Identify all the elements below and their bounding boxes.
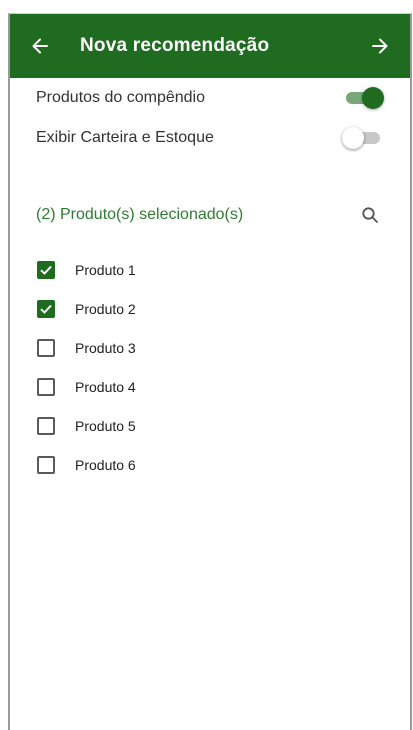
search-icon <box>362 207 378 223</box>
product-label: Produto 4 <box>75 378 136 395</box>
check-icon <box>40 265 52 275</box>
product-checkbox[interactable] <box>37 299 55 318</box>
list-item[interactable]: Produto 2 <box>37 289 410 328</box>
selection-summary: (2) Produto(s) selecionado(s) <box>36 206 244 223</box>
list-item[interactable]: Produto 5 <box>37 406 410 445</box>
product-list: Produto 1 Produto 2 Produto 3 Produto 4 … <box>10 250 410 484</box>
product-label: Produto 5 <box>75 417 136 434</box>
compendio-toggle[interactable] <box>344 87 384 109</box>
product-label: Produto 3 <box>75 339 136 356</box>
product-label: Produto 1 <box>75 261 136 278</box>
next-button[interactable] <box>350 14 410 78</box>
list-item[interactable]: Produto 4 <box>37 367 410 406</box>
search-button[interactable] <box>358 203 382 227</box>
setting-row-compendio: Produtos do compêndio <box>10 78 410 118</box>
product-checkbox[interactable] <box>37 416 55 435</box>
check-icon <box>40 304 52 314</box>
product-checkbox[interactable] <box>37 338 55 357</box>
selection-header: (2) Produto(s) selecionado(s) <box>10 200 410 230</box>
product-checkbox[interactable] <box>37 455 55 474</box>
back-button[interactable] <box>10 14 70 78</box>
product-checkbox[interactable] <box>37 377 55 396</box>
toggle-thumb <box>342 127 364 149</box>
product-checkbox[interactable] <box>37 260 55 279</box>
list-item[interactable]: Produto 3 <box>37 328 410 367</box>
toggle-thumb <box>362 87 384 109</box>
carteira-estoque-toggle[interactable] <box>342 127 382 149</box>
list-item[interactable]: Produto 1 <box>37 250 410 289</box>
arrow-left-icon <box>32 38 48 54</box>
product-label: Produto 2 <box>75 300 136 317</box>
product-label: Produto 6 <box>75 456 136 473</box>
page-title: Nova recomendação <box>80 35 270 56</box>
setting-label: Produtos do compêndio <box>36 89 205 106</box>
app-bar: Nova recomendação <box>10 14 410 78</box>
setting-row-carteira: Exibir Carteira e Estoque <box>10 118 410 158</box>
arrow-right-icon <box>372 38 388 54</box>
setting-label: Exibir Carteira e Estoque <box>36 129 214 146</box>
list-item[interactable]: Produto 6 <box>37 445 410 484</box>
app-frame: Nova recomendação Produtos do compêndio … <box>8 13 412 730</box>
